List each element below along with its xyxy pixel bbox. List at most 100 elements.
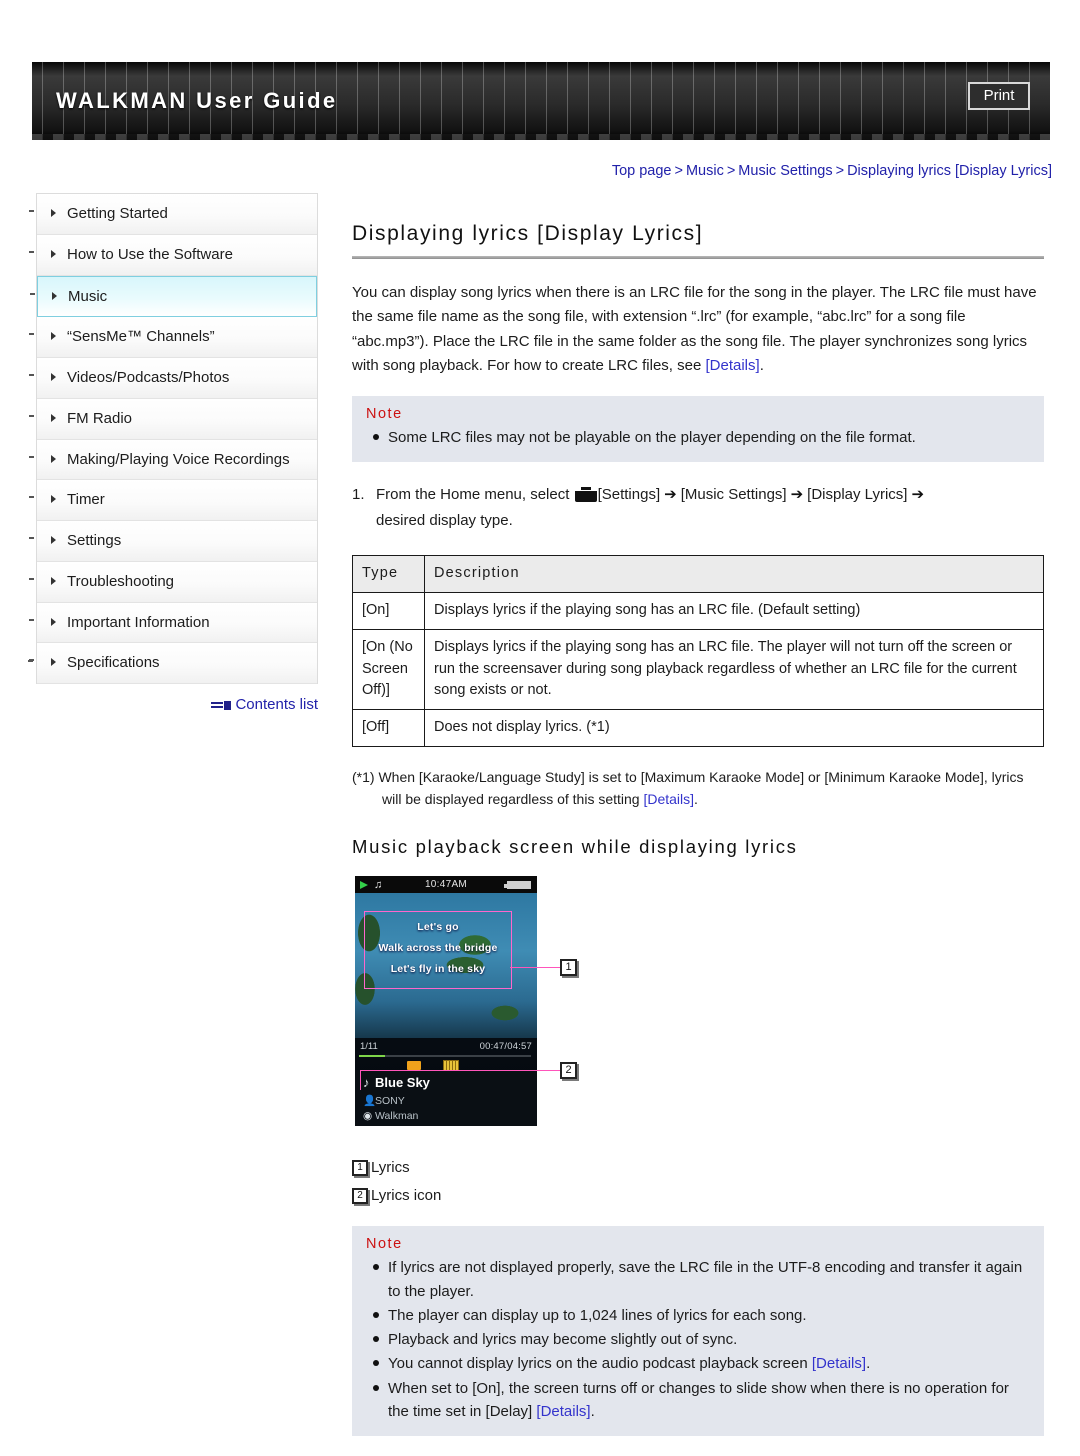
- chevron-right-icon: [51, 249, 56, 258]
- note-item: The player can display up to 1,024 lines…: [366, 1304, 1030, 1327]
- breadcrumb-item-music[interactable]: Music: [686, 163, 724, 179]
- table-header-type: Type: [352, 555, 425, 594]
- song-title: Blue Sky: [375, 1075, 430, 1091]
- progress-fill: [359, 1055, 385, 1058]
- contents-list-icon: [211, 700, 232, 710]
- album-icon: ◉: [363, 1110, 373, 1123]
- table-cell-type: [On]: [352, 592, 425, 630]
- lyric-line: Walk across the bridge: [378, 942, 498, 955]
- folder-icon: [407, 1061, 421, 1071]
- sidebar-item-label: Troubleshooting: [67, 572, 175, 590]
- chevron-right-icon: [51, 617, 56, 626]
- sidebar: Getting Started How to Use the Software …: [29, 193, 318, 713]
- step-settings-label: [Settings]: [597, 486, 661, 504]
- breadcrumb-item-music-settings[interactable]: Music Settings: [738, 163, 832, 179]
- table-row: [On (No Screen Off)] Displays lyrics if …: [352, 628, 1044, 711]
- tick-mark-icon: [29, 210, 34, 212]
- note-text: The player can display up to 1,024 lines…: [388, 1306, 807, 1324]
- sidebar-item-label: FM Radio: [67, 409, 133, 427]
- tick-mark-icon: [30, 292, 35, 295]
- arrow-right-icon: ➔: [664, 486, 677, 504]
- step-text-e: desired display type.: [376, 511, 513, 529]
- contents-list-link[interactable]: Contents list: [235, 696, 318, 713]
- sidebar-item-how-to-use-the-software[interactable]: How to Use the Software: [29, 234, 317, 276]
- step-number: 1.: [352, 486, 365, 504]
- callout-marker-2: 2: [352, 1188, 368, 1205]
- chevron-right-icon: [51, 576, 56, 585]
- player-screen-figure: ♫ 10:47AM Let's go Walk across the bridg…: [352, 874, 1044, 1142]
- tick-mark-icon: [28, 660, 33, 662]
- chevron-right-icon: [51, 658, 56, 667]
- sidebar-item-videos-podcasts-photos[interactable]: Videos/Podcasts/Photos: [29, 358, 317, 399]
- arrow-right-icon: ➔: [790, 486, 804, 504]
- note-list: If lyrics are not displayed properly, sa…: [366, 1256, 1030, 1423]
- sidebar-item-sensme-channels[interactable]: “SensMe™ Channels”: [29, 317, 317, 358]
- note-text-end: .: [866, 1355, 871, 1373]
- tick-mark-icon: [29, 414, 34, 417]
- note-item: Some LRC files may not be playable on th…: [366, 426, 1030, 449]
- sidebar-item-label: Specifications: [67, 654, 160, 672]
- sidebar-item-important-information[interactable]: Important Information: [29, 602, 317, 644]
- app-title: WALKMAN User Guide: [56, 88, 338, 113]
- sidebar-item-fm-radio[interactable]: FM Radio: [29, 398, 317, 440]
- table-cell-description: Does not display lyrics. (*1): [424, 709, 1044, 747]
- sidebar-item-specifications[interactable]: Specifications: [29, 643, 317, 684]
- breadcrumb-item-current[interactable]: Displaying lyrics [Display Lyrics]: [847, 163, 1052, 179]
- display-type-table: Type Description [On] Displays lyrics if…: [352, 555, 1044, 747]
- sidebar-item-timer[interactable]: Timer: [29, 480, 317, 521]
- chevron-right-icon: [51, 373, 56, 381]
- chevron-right-icon: [51, 536, 56, 544]
- sidebar-item-label: Settings: [67, 532, 122, 549]
- sidebar-item-getting-started[interactable]: Getting Started: [29, 194, 317, 235]
- sidebar-item-music[interactable]: Music: [30, 275, 317, 318]
- tick-mark-icon: [29, 333, 34, 336]
- note-text: Playback and lyrics may become slightly …: [388, 1331, 738, 1349]
- sidebar-item-making-playing-voice-recordings[interactable]: Making/Playing Voice Recordings: [29, 439, 317, 481]
- album-row: ◉ Walkman: [363, 1110, 418, 1122]
- figure-legend: 1 Lyrics 2 Lyrics icon: [352, 1156, 1044, 1208]
- tick-mark-icon: [29, 537, 34, 539]
- sidebar-item-label: Music: [68, 287, 108, 305]
- lyric-line: Let's fly in the sky: [390, 963, 486, 976]
- details-link[interactable]: [Details]: [643, 791, 694, 807]
- details-link[interactable]: [Details]: [536, 1403, 590, 1420]
- chevron-right-icon: [51, 454, 56, 463]
- artist-icon: 👤: [363, 1095, 377, 1108]
- sidebar-item-troubleshooting[interactable]: Troubleshooting: [29, 561, 317, 603]
- breadcrumb-separator: >: [835, 163, 845, 179]
- song-title-row: ♪ Blue Sky: [363, 1075, 430, 1090]
- note-item: When set to [On], the screen turns off o…: [366, 1377, 1030, 1424]
- step-text-a: From the Home menu, select: [376, 486, 570, 504]
- note-heading: Note: [366, 1236, 403, 1253]
- breadcrumb-separator: >: [674, 163, 683, 179]
- tick-mark-icon: [29, 577, 34, 580]
- sidebar-item-label: Timer: [67, 491, 105, 509]
- legend-label: Lyrics: [371, 1159, 410, 1177]
- album-name: Walkman: [375, 1110, 419, 1123]
- callout-marker-1: 1: [352, 1160, 368, 1177]
- step-1: 1. From the Home menu, select [Settings] ➔…: [352, 482, 1044, 533]
- chevron-right-icon: [52, 291, 57, 300]
- details-link[interactable]: [Details]: [812, 1355, 866, 1372]
- note-box-top: Note Some LRC files may not be playable …: [352, 396, 1044, 463]
- print-button[interactable]: Print: [968, 82, 1030, 110]
- breadcrumb-item-top-page[interactable]: Top page: [612, 163, 672, 179]
- table-cell-description: Displays lyrics if the playing song has …: [424, 628, 1044, 711]
- table-row: [On] Displays lyrics if the playing song…: [352, 592, 1044, 630]
- chevron-right-icon: [51, 413, 56, 422]
- callout-leader-line: [510, 967, 560, 969]
- tick-mark-icon: [29, 374, 34, 376]
- tick-mark-icon: [29, 455, 34, 458]
- callout-marker-2: 2: [560, 1062, 577, 1080]
- sidebar-nav-list: Getting Started How to Use the Software …: [29, 193, 318, 684]
- sidebar-item-label: Important Information: [67, 613, 210, 631]
- note-text-end: .: [590, 1402, 595, 1420]
- page-header-banner: WALKMAN User Guide Print: [32, 62, 1050, 140]
- sidebar-item-settings[interactable]: Settings: [29, 521, 317, 562]
- walkman-device-screen: ♫ 10:47AM Let's go Walk across the bridg…: [355, 876, 537, 1127]
- legend-label: Lyrics icon: [371, 1187, 442, 1205]
- details-link[interactable]: [Details]: [706, 357, 760, 374]
- note-item: You cannot display lyrics on the audio p…: [366, 1352, 1030, 1375]
- sidebar-item-label: How to Use the Software: [67, 245, 233, 263]
- table-header-row: Type Description: [352, 555, 1044, 594]
